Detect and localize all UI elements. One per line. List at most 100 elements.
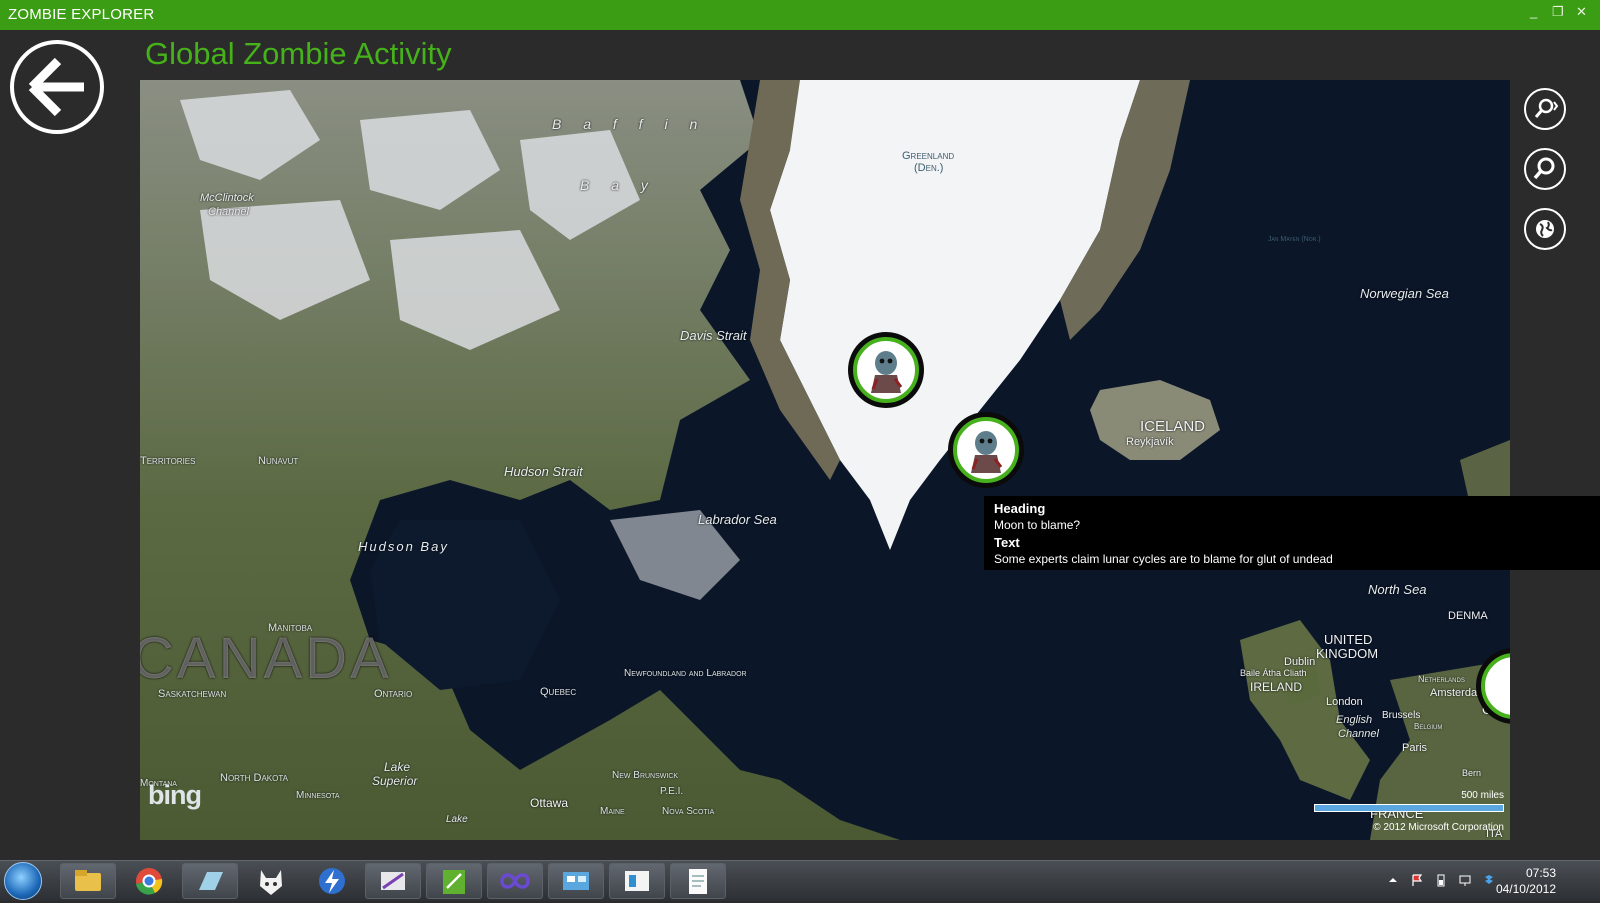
fox-icon [260,870,282,895]
taskbar-notepad[interactable] [670,863,726,899]
bing-logo: bing [148,780,202,810]
search-button[interactable] [1524,88,1566,130]
scale-bar [1314,804,1504,812]
label-denmark: DENMA [1448,610,1488,622]
map-copyright: © 2012 Microsoft Corporation [1373,822,1504,833]
zombie-icon [971,431,1003,473]
reader-icon [625,871,649,891]
notepad-icon [689,869,707,894]
label-bern: Bern [1462,768,1482,778]
label-minnesota: Minnesota [296,790,340,801]
marker-tooltip: Heading Moon to blame? Text Some experts… [984,496,1600,570]
taskbar-chrome[interactable] [121,863,177,899]
label-jan-mayen: Jan Mayen (Nor.) [1268,236,1321,243]
tooltip-text-label: Text [994,535,1020,550]
label-london: London [1326,696,1363,708]
label-ottawa: Ottawa [530,796,569,810]
zoom-button[interactable] [1524,148,1566,190]
start-button[interactable] [4,862,42,900]
taskbar-infinity[interactable] [487,863,543,899]
label-mcclintock-2: Channel [208,206,249,218]
dropbox-icon[interactable] [1482,873,1496,887]
label-nunavut: Nunavut [258,455,299,467]
label-english-channel: English [1336,714,1373,726]
label-lake: Lake [446,814,468,825]
globe-button[interactable] [1524,208,1566,250]
label-brussels: Brussels [1382,710,1421,721]
label-iceland: ICELAND [1140,418,1206,435]
label-mcclintock: McClintock [200,192,254,204]
close-button[interactable]: ✕ [1576,4,1587,20]
file-explorer-icon [75,870,101,891]
label-territories: Territories [140,455,196,467]
label-lake-superior: Lake [384,760,411,774]
label-north-sea: North Sea [1368,582,1427,597]
action-center-flag-icon[interactable] [1410,873,1424,887]
label-greenland-2: (Den.) [914,162,944,174]
label-norwegian-sea: Norwegian Sea [1360,286,1449,301]
window-titlebar: ZOMBIE EXPLORER _ ❐ ✕ [0,0,1600,30]
label-ireland: IRELAND [1250,680,1303,694]
zombie-marker-greenland-south[interactable] [948,412,1024,488]
label-english-channel-2: Channel [1338,728,1379,740]
map-view[interactable]: B a f f i n B a y McClintock Channel Gre… [140,80,1510,840]
label-paris: Paris [1402,742,1428,754]
taskbar-file-explorer[interactable] [60,863,116,899]
app-title: ZOMBIE EXPLORER [8,6,155,23]
minimize-button[interactable]: _ [1530,4,1537,19]
visual-studio-icon [381,872,405,890]
tooltip-text-value: Some experts claim lunar cycles are to b… [994,552,1333,566]
taskbar-fox[interactable] [243,863,299,899]
label-baile-atha-cliath: Baile Átha Cliath [1240,668,1307,678]
zombie-icon [871,351,903,393]
label-maine: Maine [600,806,625,817]
back-arrow-icon [28,57,84,117]
label-nova-scotia: Nova Scotia [662,806,715,817]
label-new-brunswick: New Brunswick [612,770,679,781]
globe-icon [1536,220,1554,238]
control-panel-icon [563,872,589,890]
label-netherlands: Netherlands [1418,674,1465,684]
label-north-dakota: North Dakota [220,772,288,784]
chrome-icon [136,868,163,895]
show-hidden-icons-icon[interactable] [1386,873,1400,887]
label-baffin-bay: B a f f i n [552,116,707,132]
label-pei: P.E.I. [660,786,684,797]
label-quebec: Quebec [540,686,577,698]
back-button[interactable] [10,40,104,134]
label-newfoundland: Newfoundland and Labrador [624,668,747,679]
taskbar-app[interactable] [182,863,238,899]
label-united-kingdom-2: KINGDOM [1316,646,1379,661]
label-ontario: Ontario [374,688,413,700]
excel-icon [443,870,465,894]
restore-button[interactable]: ❐ [1552,4,1564,20]
infinity-icon [500,873,530,889]
lightning-icon [319,868,345,894]
app-icon [199,872,223,890]
zoom-icon [1533,157,1555,180]
taskbar-excel[interactable] [426,863,482,899]
map-imagery [140,80,1510,840]
label-greenland: Greenland [902,150,955,162]
label-baffin-bay-2: B a y [580,177,657,193]
label-united-kingdom: UNITED [1324,632,1373,647]
taskbar-clock[interactable]: 07:53 04/10/2012 [1496,865,1556,897]
label-hudson-bay: Hudson Bay [358,539,449,554]
page-title: Global Zombie Activity [145,36,452,71]
taskbar-control-panel[interactable] [548,863,604,899]
taskbar-visual-studio[interactable] [365,863,421,899]
zombie-marker-greenland-west[interactable] [848,332,924,408]
label-reykjavik: Reykjavík [1126,436,1174,448]
label-dublin: Dublin [1284,656,1316,668]
label-hudson-strait: Hudson Strait [504,464,583,479]
taskbar: 07:53 04/10/2012 [0,860,1600,901]
tooltip-heading-value: Moon to blame? [994,518,1081,532]
network-icon[interactable] [1458,873,1472,887]
taskbar-reader[interactable] [609,863,665,899]
battery-icon[interactable] [1434,873,1448,887]
label-davis-strait: Davis Strait [680,328,747,343]
search-icon [1534,98,1559,118]
taskbar-lightning[interactable] [304,863,360,899]
label-lake-superior-2: Superior [372,774,418,788]
label-saskatchewan: Saskatchewan [158,688,227,700]
